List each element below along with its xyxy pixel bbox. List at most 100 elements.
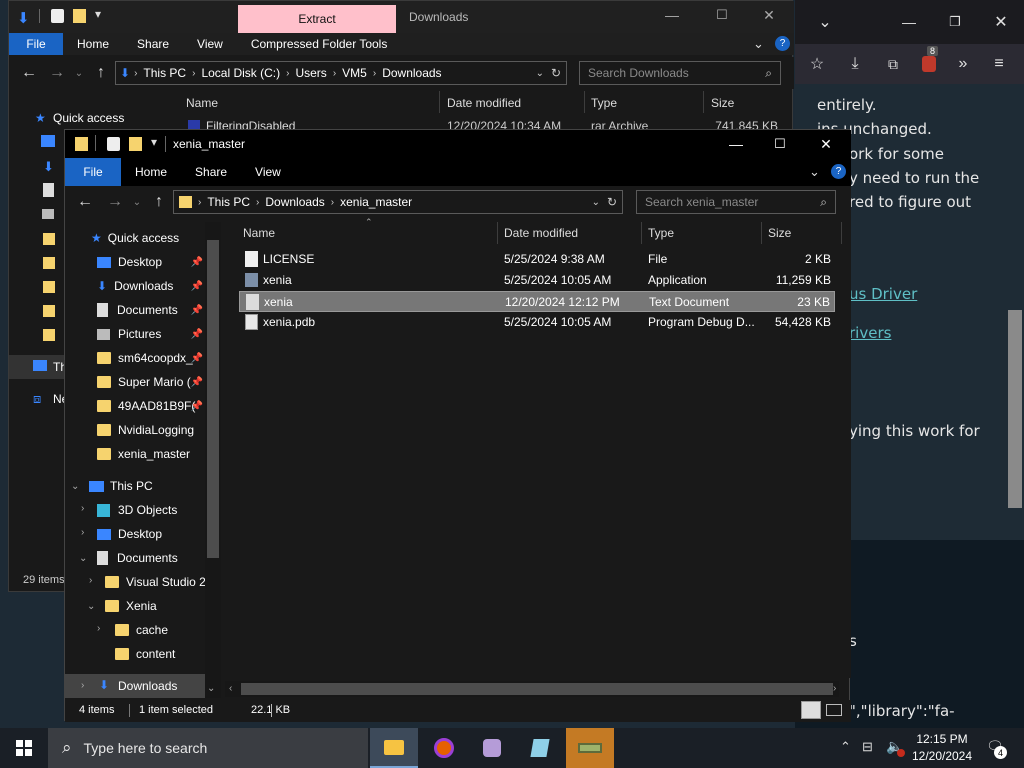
tab-compressed-folder-tools[interactable]: Compressed Folder Tools — [237, 33, 402, 55]
app-taskbar-icon[interactable] — [468, 728, 516, 768]
column-size[interactable]: Size — [711, 96, 734, 110]
column-date[interactable]: Date modified — [447, 96, 521, 110]
start-button[interactable] — [0, 728, 48, 768]
download-arrow-icon[interactable]: ⬇ — [17, 9, 33, 27]
notepad-taskbar-icon[interactable] — [516, 728, 564, 768]
forward-arrow-icon[interactable]: → — [105, 192, 125, 212]
chevron-right-icon[interactable]: › — [81, 527, 84, 538]
close-button[interactable]: ✕ — [989, 10, 1013, 34]
sidebar-item-49aad81b9f[interactable]: 49AAD81B9F( 📌 — [97, 394, 203, 418]
sidebar-item-quick-access[interactable]: Quick access — [53, 111, 124, 125]
restore-button[interactable]: ❐ — [943, 10, 967, 34]
minimize-button[interactable]: — — [897, 10, 921, 34]
refresh-icon[interactable]: ↻ — [551, 66, 561, 80]
nav-scrollbar-thumb[interactable] — [207, 240, 219, 558]
star-icon[interactable]: ☆ — [805, 52, 829, 76]
properties-icon[interactable] — [51, 9, 64, 23]
firefox-taskbar-icon[interactable] — [420, 728, 468, 768]
quick-access-toolbar-menu-icon[interactable]: ▾ — [151, 135, 157, 149]
recent-locations-icon[interactable]: ⌄ — [69, 63, 89, 83]
scroll-down-icon[interactable]: ⌄ — [207, 683, 215, 694]
new-folder-icon[interactable] — [73, 9, 86, 23]
ribbon-expand-icon[interactable]: ⌄ — [809, 164, 820, 180]
clock-date[interactable]: 12/20/2024 — [910, 749, 974, 763]
sidebar-item-visual-studio[interactable]: Visual Studio 2 — [105, 570, 205, 594]
breadcrumb-local-disk[interactable]: Local Disk (C:) — [195, 66, 286, 80]
chevron-down-icon[interactable]: ⌄ — [87, 601, 95, 612]
maximize-button[interactable]: ☐ — [699, 1, 745, 29]
chevron-down-icon[interactable]: ⌄ — [813, 10, 837, 34]
download-icon[interactable]: ⤓ — [843, 52, 867, 76]
close-button[interactable]: ✕ — [746, 1, 792, 29]
winrar-taskbar-icon[interactable] — [566, 728, 614, 768]
taskbar-search-input[interactable]: ⌕ Type here to search — [48, 728, 368, 768]
extract-tab[interactable]: Extract — [238, 5, 396, 33]
recent-locations-icon[interactable]: ⌄ — [127, 192, 147, 212]
tray-overflow-icon[interactable]: ⌃ — [840, 739, 851, 755]
drivers-link[interactable]: rivers — [849, 324, 891, 342]
forward-arrow-icon[interactable]: → — [47, 63, 67, 83]
minimize-button[interactable]: — — [713, 130, 759, 158]
scroll-left-icon[interactable]: ‹ — [229, 683, 232, 694]
ublock-icon[interactable]: 8 — [917, 46, 941, 76]
breadcrumb-downloads[interactable]: Downloads — [376, 66, 447, 80]
sidebar-item-this-pc[interactable]: This PC — [89, 474, 153, 498]
sidebar-item-pictures[interactable]: Pictures 📌 — [97, 322, 203, 346]
sidebar-item-downloads-pc[interactable]: › ⬇ Downloads — [65, 674, 205, 698]
properties-icon[interactable] — [107, 137, 120, 151]
address-bar[interactable]: › This PC › Downloads › xenia_master ⌄ ↻ — [173, 190, 623, 214]
sidebar-item-content[interactable]: content — [115, 642, 175, 666]
minimize-button[interactable]: — — [649, 1, 695, 29]
overflow-icon[interactable]: » — [951, 52, 975, 76]
close-button[interactable]: ✕ — [803, 130, 849, 158]
sidebar-item-documents[interactable]: Documents 📌 — [97, 298, 203, 322]
sidebar-item-nvidialogging[interactable]: NvidiaLogging — [97, 418, 194, 442]
sidebar-item-documents-pc[interactable]: Documents — [97, 546, 178, 570]
tab-view[interactable]: View — [183, 33, 237, 55]
help-icon[interactable]: ? — [831, 164, 846, 179]
scroll-right-icon[interactable]: › — [833, 683, 836, 694]
column-date[interactable]: Date modified — [504, 226, 578, 240]
search-input[interactable]: Search Downloads ⌕ — [579, 61, 781, 85]
breadcrumb-users[interactable]: Users — [289, 66, 332, 80]
sidebar-item-cache[interactable]: cache — [115, 618, 168, 642]
search-input[interactable]: Search xenia_master ⌕ — [636, 190, 836, 214]
horizontal-scrollbar-thumb[interactable] — [241, 683, 833, 695]
details-view-icon[interactable] — [801, 701, 821, 719]
breadcrumb-vm5[interactable]: VM5 — [336, 66, 373, 80]
extensions-icon[interactable]: ⧉ — [881, 52, 905, 76]
refresh-icon[interactable]: ↻ — [607, 195, 617, 209]
network-status-icon[interactable]: ⊟ — [862, 739, 873, 755]
breadcrumb-downloads[interactable]: Downloads — [259, 195, 330, 209]
back-arrow-icon[interactable]: ← — [75, 192, 95, 212]
chevron-right-icon[interactable]: › — [81, 503, 84, 514]
tab-share[interactable]: Share — [123, 33, 183, 55]
file-explorer-taskbar-icon[interactable] — [370, 728, 418, 768]
browser-scrollbar[interactable] — [1008, 310, 1022, 508]
sidebar-item-super-mario[interactable]: Super Mario ( 📌 — [97, 370, 203, 394]
driver-link[interactable]: us Driver — [849, 285, 917, 303]
chevron-down-icon[interactable]: ⌄ — [592, 197, 600, 208]
up-arrow-icon[interactable]: ↑ — [91, 63, 111, 83]
table-row[interactable]: xenia.pdb 5/25/2024 10:05 AM Program Deb… — [239, 312, 835, 333]
menu-icon[interactable]: ≡ — [987, 52, 1011, 76]
address-bar[interactable]: ⬇ › This PC › Local Disk (C:) › Users › … — [115, 61, 567, 85]
sidebar-item-xenia-master[interactable]: xenia_master — [97, 442, 190, 466]
column-name[interactable]: Name — [243, 226, 275, 240]
sidebar-item-desktop-pc[interactable]: Desktop — [97, 522, 162, 546]
tab-view[interactable]: View — [241, 158, 295, 186]
sidebar-item-quick-access[interactable]: ★ Quick access — [91, 226, 179, 250]
table-row[interactable]: LICENSE 5/25/2024 9:38 AM File 2 KB — [239, 249, 835, 270]
up-arrow-icon[interactable]: ↑ — [149, 192, 169, 212]
breadcrumb-this-pc[interactable]: This PC — [137, 66, 192, 80]
sidebar-item-downloads[interactable]: ⬇ Downloads 📌 — [97, 274, 203, 298]
help-icon[interactable]: ? — [775, 36, 790, 51]
quick-access-toolbar-menu-icon[interactable]: ▾ — [95, 7, 101, 21]
tab-file[interactable]: File — [9, 33, 63, 55]
back-arrow-icon[interactable]: ← — [19, 63, 39, 83]
breadcrumb-xenia-master[interactable]: xenia_master — [334, 195, 418, 209]
sidebar-item-desktop[interactable]: Desktop 📌 — [97, 250, 203, 274]
sidebar-item-3d-objects[interactable]: 3D Objects — [97, 498, 177, 522]
new-folder-icon[interactable] — [129, 137, 142, 151]
chevron-down-icon[interactable]: ⌄ — [71, 481, 79, 492]
